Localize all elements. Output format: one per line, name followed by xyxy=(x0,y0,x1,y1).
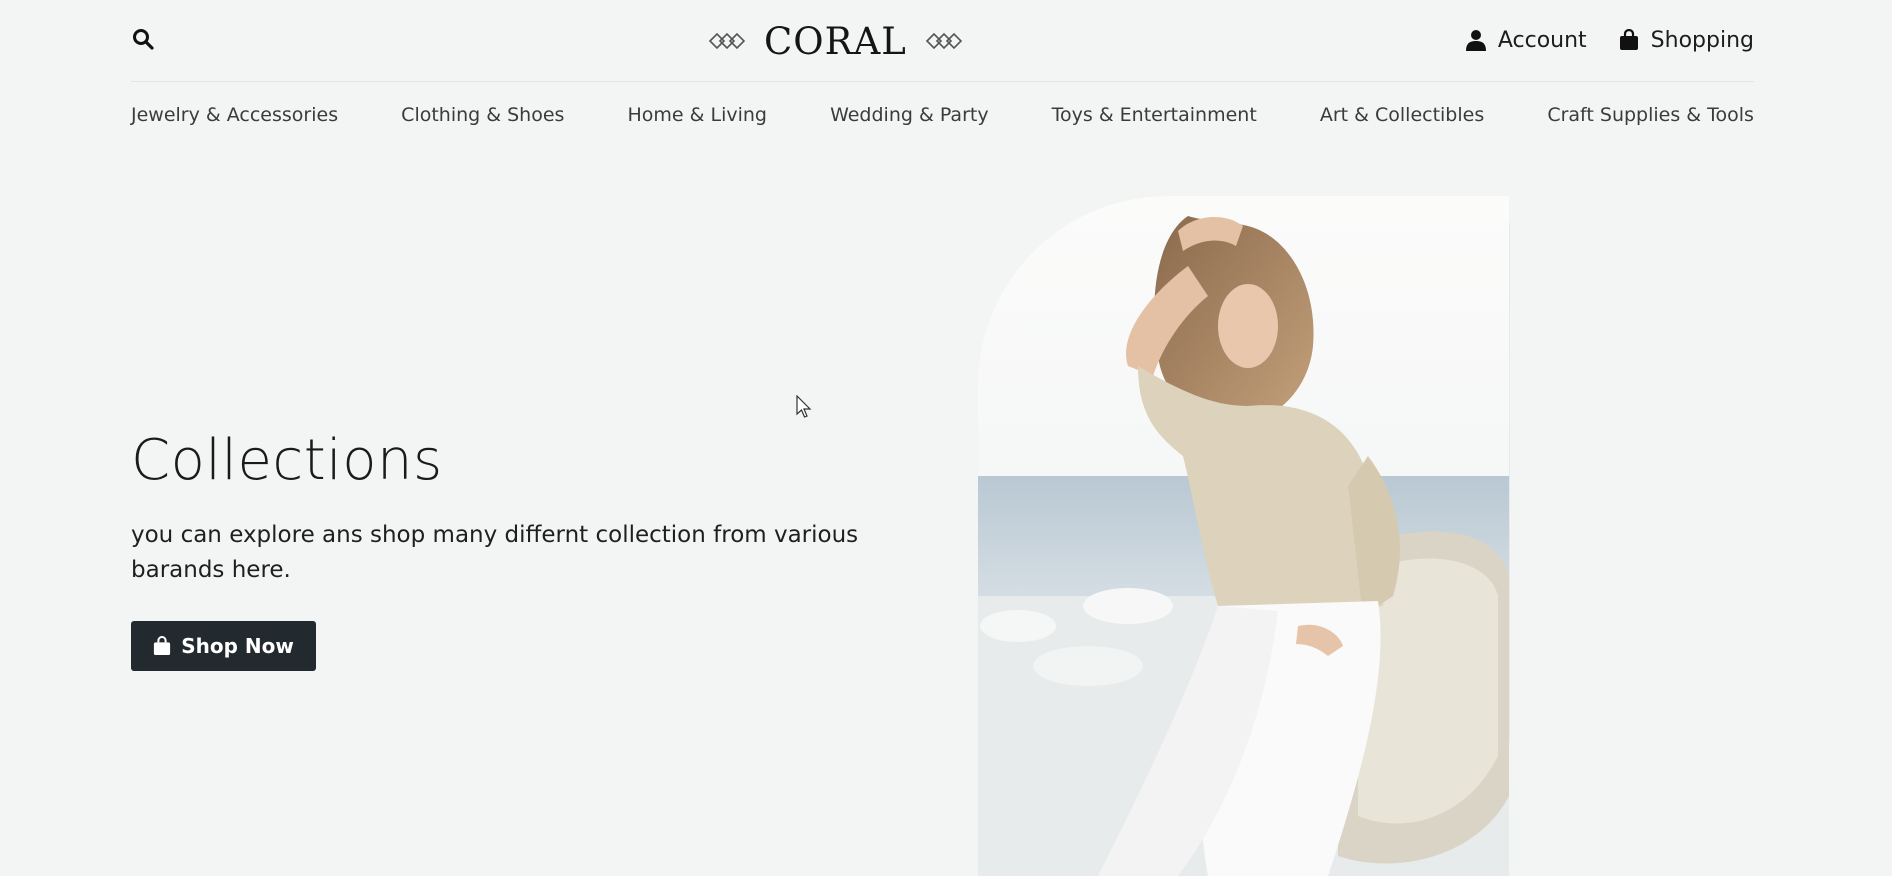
nav-item-wedding-party[interactable]: Wedding & Party xyxy=(830,104,989,126)
user-icon xyxy=(1465,30,1486,51)
logo-text: CORAL xyxy=(764,19,907,63)
logo-ornament-left-icon xyxy=(708,32,746,50)
header-actions: Account Shopping xyxy=(1465,22,1754,58)
logo-ornament-right-icon xyxy=(925,32,962,50)
nav-item-art-collectibles[interactable]: Art & Collectibles xyxy=(1320,104,1484,126)
search-button[interactable] xyxy=(131,27,155,51)
nav-item-jewelry-accessories[interactable]: Jewelry & Accessories xyxy=(131,104,338,126)
top-bar: CORAL Account Shopping xyxy=(0,0,1892,80)
shopping-label: Shopping xyxy=(1650,27,1754,53)
mouse-cursor-icon xyxy=(796,395,812,418)
shopping-link[interactable]: Shopping xyxy=(1619,28,1754,53)
nav-item-toys-entertainment[interactable]: Toys & Entertainment xyxy=(1052,104,1257,126)
logo[interactable]: CORAL xyxy=(708,14,963,68)
account-link[interactable]: Account xyxy=(1465,27,1587,53)
shop-now-label: Shop Now xyxy=(181,634,294,658)
nav-item-clothing-shoes[interactable]: Clothing & Shoes xyxy=(401,104,564,126)
hero-image xyxy=(978,196,1509,876)
hero-subtitle: you can explore ans shop many differnt c… xyxy=(131,522,859,583)
shop-now-button[interactable]: Shop Now xyxy=(131,621,316,671)
nav-item-home-living[interactable]: Home & Living xyxy=(628,104,768,126)
hero-title: Collections xyxy=(131,428,443,493)
account-label: Account xyxy=(1497,27,1587,53)
header-divider xyxy=(131,81,1754,82)
model-photo xyxy=(978,196,1509,876)
search-icon xyxy=(133,29,154,50)
nav-item-craft-supplies-tools[interactable]: Craft Supplies & Tools xyxy=(1547,104,1754,126)
shopping-bag-icon xyxy=(154,636,171,655)
category-nav: Jewelry & Accessories Clothing & Shoes H… xyxy=(131,104,1754,126)
shopping-bag-icon xyxy=(1619,29,1638,50)
